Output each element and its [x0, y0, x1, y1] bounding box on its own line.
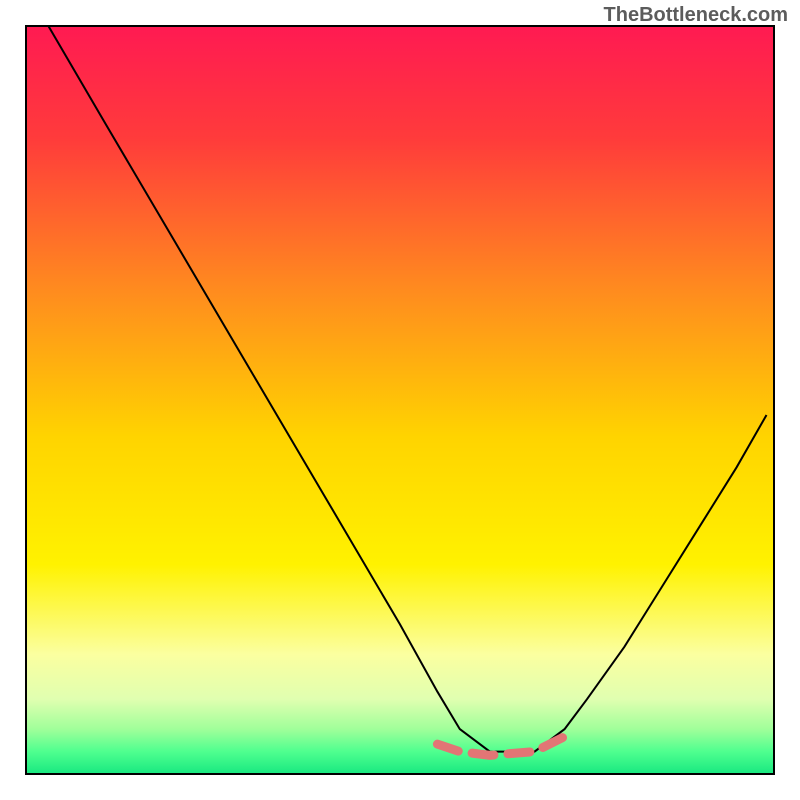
- plot-background: [26, 26, 774, 774]
- bottleneck-chart: [0, 0, 800, 800]
- watermark-text: TheBottleneck.com: [604, 4, 788, 27]
- chart-container: TheBottleneck.com: [0, 0, 800, 800]
